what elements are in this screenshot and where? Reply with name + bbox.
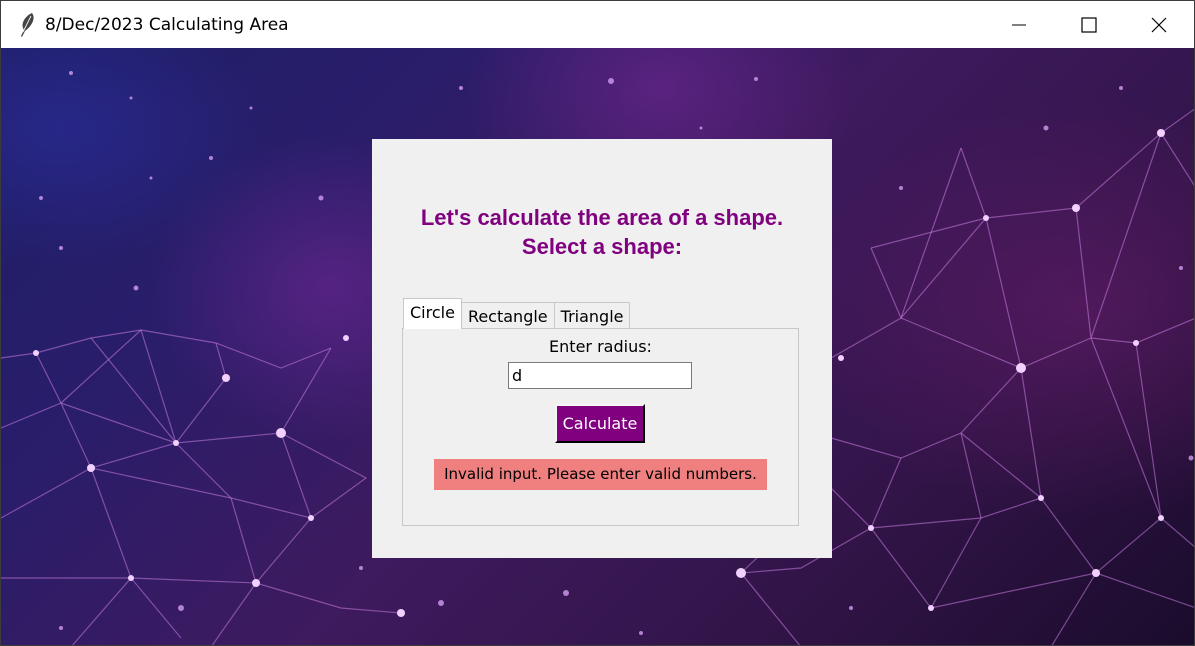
minimize-button[interactable] xyxy=(984,1,1054,48)
maximize-icon xyxy=(1081,16,1097,33)
close-icon xyxy=(1151,17,1167,32)
window-controls xyxy=(984,1,1194,48)
heading-line-1: Let's calculate the area of a shape. xyxy=(420,205,784,230)
feather-icon xyxy=(13,11,41,39)
window-title: 8/Dec/2023 Calculating Area xyxy=(45,14,289,35)
shape-tabs: Circle Rectangle Triangle xyxy=(403,298,631,329)
radius-label: Enter radius: xyxy=(549,337,652,356)
close-button[interactable] xyxy=(1124,1,1194,48)
error-message: Invalid input. Please enter valid number… xyxy=(434,459,767,490)
tab-circle[interactable]: Circle xyxy=(403,298,462,329)
calculate-button[interactable]: Calculate xyxy=(555,404,645,443)
circle-tab-panel: Enter radius: Calculate Invalid input. P… xyxy=(402,328,799,526)
heading-line-2: Select a shape: xyxy=(521,234,683,259)
radius-input[interactable] xyxy=(508,362,692,389)
app-window: 8/Dec/2023 Calculating Area Let's calcul… xyxy=(0,0,1195,646)
main-panel: Let's calculate the area of a shape. Sel… xyxy=(372,139,832,558)
tab-triangle[interactable]: Triangle xyxy=(553,302,631,329)
title-bar[interactable]: 8/Dec/2023 Calculating Area xyxy=(1,1,1194,48)
page-title: Let's calculate the area of a shape. Sel… xyxy=(372,203,832,261)
tab-rectangle[interactable]: Rectangle xyxy=(460,302,555,329)
minimize-icon xyxy=(1012,24,1026,25)
maximize-button[interactable] xyxy=(1054,1,1124,48)
